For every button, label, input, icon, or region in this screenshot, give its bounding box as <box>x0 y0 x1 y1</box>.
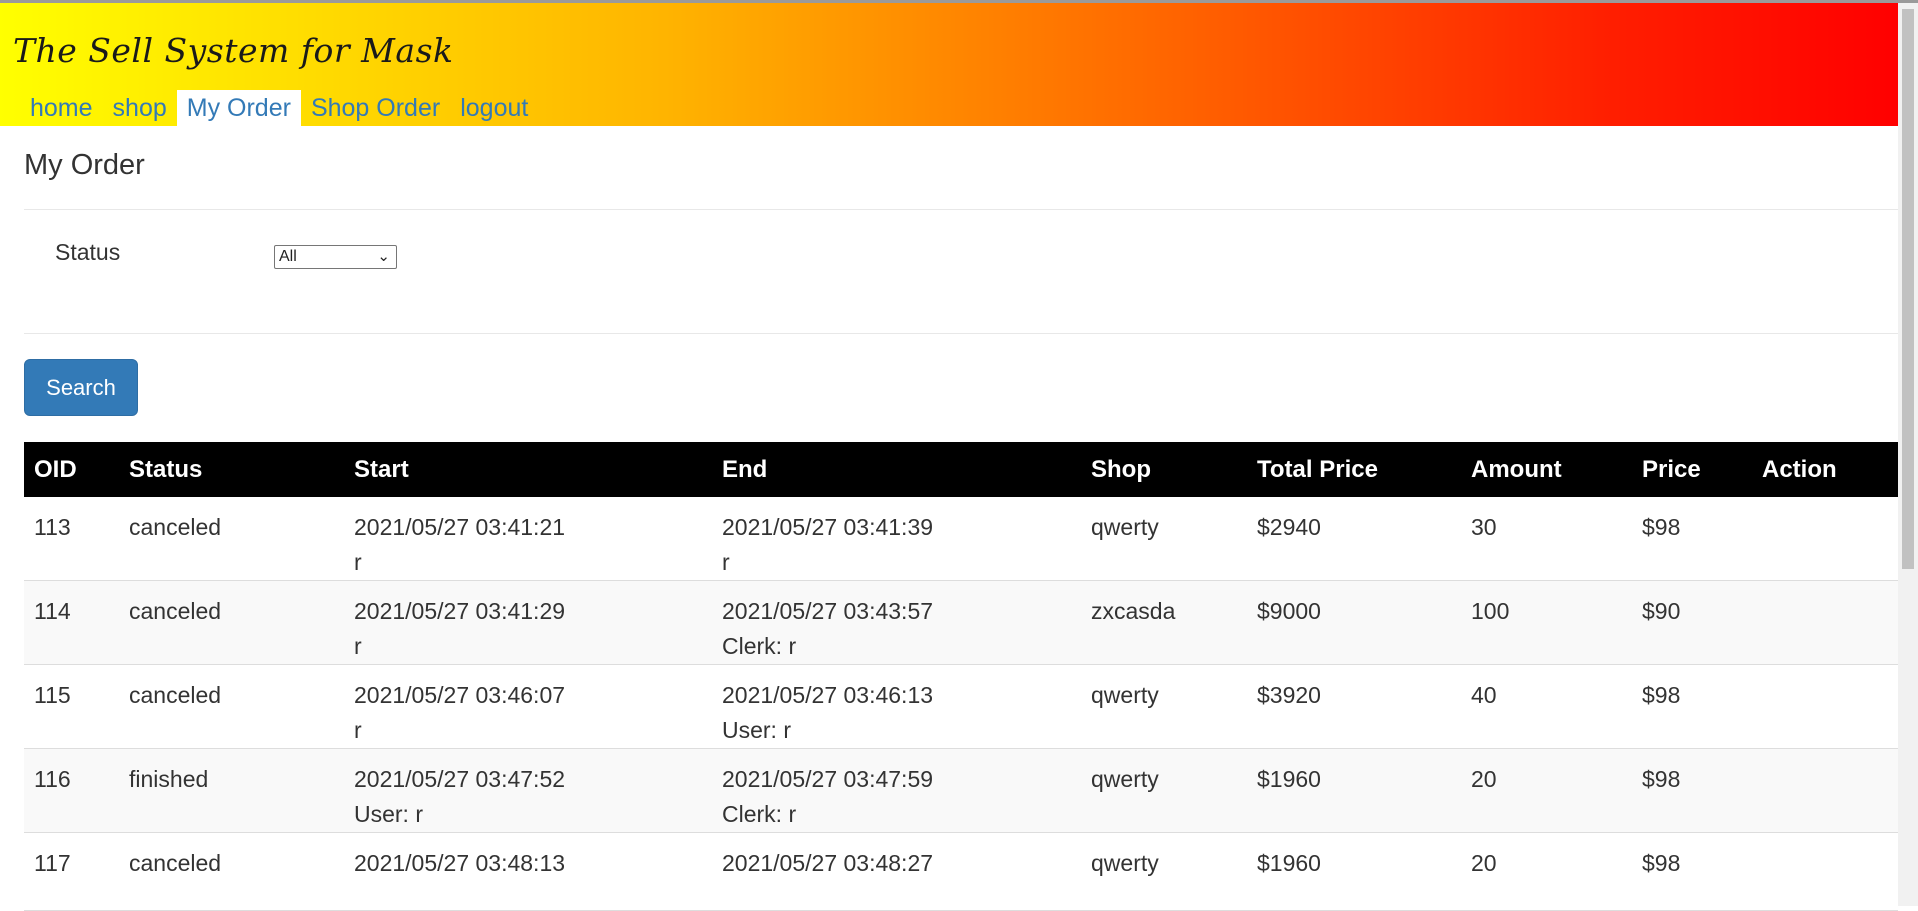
nav-my-order-link[interactable]: My Order <box>176 90 301 126</box>
cell-price: $98 <box>1632 664 1752 749</box>
table-header-row: OID Status Start End Shop Total Price Am… <box>24 442 1898 497</box>
table-row: 115 canceled 2021/05/27 03:46:07 r 2021/0… <box>24 664 1898 749</box>
cell-status: finished <box>119 748 344 833</box>
end-time: 2021/05/27 03:41:39 <box>722 514 934 540</box>
start-by: r <box>354 633 362 659</box>
end-by: Clerk: r <box>722 801 797 827</box>
cell-status: canceled <box>119 580 344 665</box>
status-filter-label: Status <box>55 239 121 265</box>
cell-oid: 114 <box>24 580 119 665</box>
end-by: Clerk: r <box>722 633 797 659</box>
cell-amount: 30 <box>1461 497 1632 581</box>
table-row: 116 finished 2021/05/27 03:47:52 User: r … <box>24 748 1898 833</box>
nav-shop-link[interactable]: shop <box>103 90 177 126</box>
cell-total-price: $1960 <box>1247 748 1461 833</box>
cell-oid: 113 <box>24 497 119 581</box>
cell-start: 2021/05/27 03:48:13 <box>344 832 712 911</box>
header-shop: Shop <box>1081 442 1247 497</box>
header-amount: Amount <box>1461 442 1632 497</box>
start-by: r <box>354 549 362 575</box>
end-by: r <box>722 549 730 575</box>
cell-amount: 100 <box>1461 580 1632 665</box>
end-time: 2021/05/27 03:47:59 <box>722 766 934 792</box>
start-time: 2021/05/27 03:48:13 <box>354 850 566 876</box>
cell-amount: 40 <box>1461 664 1632 749</box>
start-time: 2021/05/27 03:41:29 <box>354 598 566 624</box>
cell-action <box>1752 664 1898 749</box>
cell-oid: 115 <box>24 664 119 749</box>
main-nav: home shop My Order Shop Order logout <box>20 90 538 126</box>
cell-status: canceled <box>119 497 344 581</box>
cell-oid: 116 <box>24 748 119 833</box>
start-by: r <box>354 717 362 743</box>
status-filter-select[interactable]: All ⌄ <box>274 245 397 269</box>
header-end: End <box>712 442 1081 497</box>
cell-start: 2021/05/27 03:41:21 r <box>344 497 712 581</box>
site-header: The Sell System for Mask home shop My Or… <box>0 3 1898 126</box>
cell-total-price: $3920 <box>1247 664 1461 749</box>
table-row: 113 canceled 2021/05/27 03:41:21 r 2021/0… <box>24 497 1898 581</box>
header-price: Price <box>1632 442 1752 497</box>
cell-shop: zxcasda <box>1081 580 1247 665</box>
start-by: User: r <box>354 801 423 827</box>
header-total-price: Total Price <box>1247 442 1461 497</box>
cell-status: canceled <box>119 664 344 749</box>
cell-total-price: $9000 <box>1247 580 1461 665</box>
cell-shop: qwerty <box>1081 664 1247 749</box>
page-title: My Order <box>24 149 145 181</box>
cell-end: 2021/05/27 03:41:39 r <box>712 497 1081 581</box>
cell-start: 2021/05/27 03:41:29 r <box>344 580 712 665</box>
cell-action <box>1752 748 1898 833</box>
start-time: 2021/05/27 03:47:52 <box>354 766 566 792</box>
header-oid: OID <box>24 442 119 497</box>
header-action: Action <box>1752 442 1898 497</box>
cell-action <box>1752 497 1898 581</box>
cell-price: $98 <box>1632 832 1752 911</box>
cell-total-price: $2940 <box>1247 497 1461 581</box>
cell-end: 2021/05/27 03:48:27 <box>712 832 1081 911</box>
end-time: 2021/05/27 03:43:57 <box>722 598 934 624</box>
nav-home-link[interactable]: home <box>20 90 103 126</box>
start-time: 2021/05/27 03:41:21 <box>354 514 566 540</box>
cell-end: 2021/05/27 03:47:59 Clerk: r <box>712 748 1081 833</box>
cell-amount: 20 <box>1461 832 1632 911</box>
chevron-down-icon: ⌄ <box>377 248 390 265</box>
cell-start: 2021/05/27 03:47:52 User: r <box>344 748 712 833</box>
header-status: Status <box>119 442 344 497</box>
cell-shop: qwerty <box>1081 832 1247 911</box>
nav-shop-order-link[interactable]: Shop Order <box>301 90 450 126</box>
nav-logout-link[interactable]: logout <box>450 90 538 126</box>
cell-price: $98 <box>1632 748 1752 833</box>
cell-shop: qwerty <box>1081 497 1247 581</box>
orders-table: OID Status Start End Shop Total Price Am… <box>24 442 1898 911</box>
header-start: Start <box>344 442 712 497</box>
table-row: 114 canceled 2021/05/27 03:41:29 r 2021/0… <box>24 580 1898 665</box>
search-button[interactable]: Search <box>24 359 138 416</box>
divider <box>24 333 1898 334</box>
cell-amount: 20 <box>1461 748 1632 833</box>
divider <box>24 209 1898 210</box>
cell-action <box>1752 832 1898 911</box>
scrollbar-thumb[interactable] <box>1902 9 1914 569</box>
brand-title: The Sell System for Mask <box>13 31 454 70</box>
vertical-scrollbar[interactable] <box>1898 3 1918 906</box>
end-time: 2021/05/27 03:46:13 <box>722 682 934 708</box>
table-row: 117 canceled 2021/05/27 03:48:13 2021/05… <box>24 832 1898 911</box>
cell-shop: qwerty <box>1081 748 1247 833</box>
end-time: 2021/05/27 03:48:27 <box>722 850 934 876</box>
cell-start: 2021/05/27 03:46:07 r <box>344 664 712 749</box>
cell-status: canceled <box>119 832 344 911</box>
end-by: User: r <box>722 717 791 743</box>
cell-total-price: $1960 <box>1247 832 1461 911</box>
status-select-value: All <box>279 248 297 265</box>
cell-price: $90 <box>1632 580 1752 665</box>
cell-price: $98 <box>1632 497 1752 581</box>
start-time: 2021/05/27 03:46:07 <box>354 682 566 708</box>
cell-action <box>1752 580 1898 665</box>
cell-oid: 117 <box>24 832 119 911</box>
cell-end: 2021/05/27 03:43:57 Clerk: r <box>712 580 1081 665</box>
cell-end: 2021/05/27 03:46:13 User: r <box>712 664 1081 749</box>
